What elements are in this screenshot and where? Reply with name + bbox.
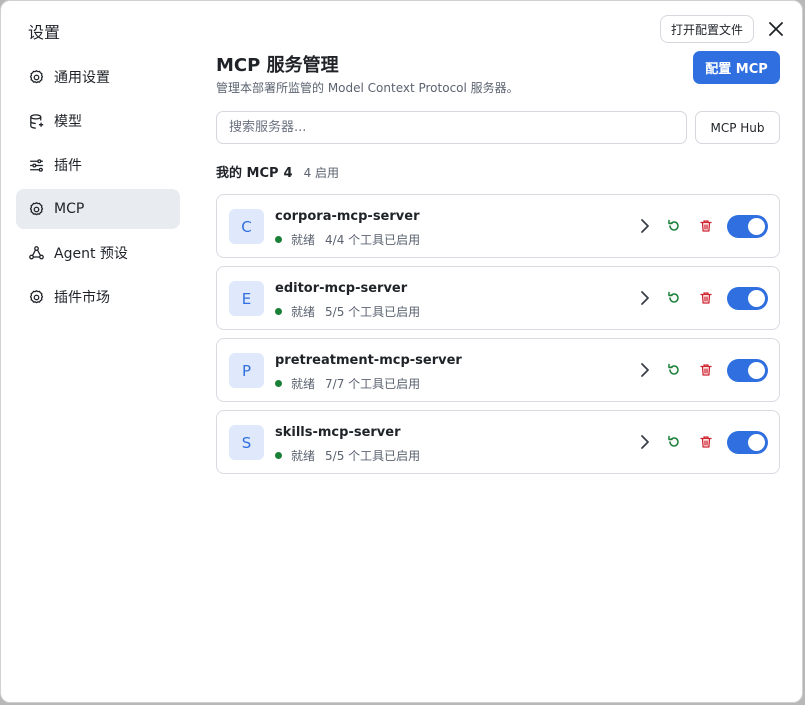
status-dot-icon: [275, 236, 282, 243]
sidebar-item-mcp[interactable]: MCP: [16, 189, 180, 229]
refresh-icon[interactable]: [667, 363, 681, 377]
chevron-right-icon[interactable]: [636, 433, 654, 451]
section-count: 4: [283, 166, 293, 181]
status-text: 就绪: [291, 233, 316, 247]
gear-icon: [27, 68, 45, 86]
server-status: 就绪 7/7 个工具已启用: [275, 375, 420, 392]
gear-icon: [27, 288, 45, 306]
open-config-file-button[interactable]: 打开配置文件: [660, 15, 754, 43]
toggle-knob: [748, 290, 765, 307]
enable-toggle[interactable]: [727, 359, 768, 382]
server-avatar: C: [229, 209, 264, 244]
sidebar-item-agent-presets[interactable]: Agent 预设: [16, 233, 180, 273]
server-name: editor-mcp-server: [275, 281, 408, 296]
agent-icon: [27, 244, 45, 262]
sidebar-item-label: Agent 预设: [54, 246, 128, 262]
status-dot-icon: [275, 308, 282, 315]
status-text: 就绪: [291, 377, 316, 391]
server-card-skills: S skills-mcp-server 就绪 5/5 个工具已启用: [216, 410, 780, 474]
server-status: 就绪 5/5 个工具已启用: [275, 447, 420, 464]
trash-icon[interactable]: [699, 219, 713, 233]
sidebar-item-label: 模型: [54, 114, 82, 130]
status-dot-icon: [275, 380, 282, 387]
chevron-right-icon[interactable]: [636, 217, 654, 235]
section-title: 我的 MCP: [216, 166, 279, 181]
sidebar-item-models[interactable]: 模型: [16, 101, 180, 141]
sidebar-item-plugin-market[interactable]: 插件市场: [16, 277, 180, 317]
server-status: 就绪 4/4 个工具已启用: [275, 231, 420, 248]
chevron-right-icon[interactable]: [636, 289, 654, 307]
close-icon[interactable]: [765, 18, 787, 40]
sidebar-item-general[interactable]: 通用设置: [16, 57, 180, 97]
configure-mcp-button[interactable]: 配置 MCP: [693, 51, 780, 84]
server-status: 就绪 5/5 个工具已启用: [275, 303, 420, 320]
refresh-icon[interactable]: [667, 219, 681, 233]
sidebar-item-label: MCP: [54, 201, 85, 217]
page-subtitle: 管理本部署所监管的 Model Context Protocol 服务器。: [216, 81, 519, 95]
page-title: MCP 服务管理: [216, 55, 339, 76]
enable-toggle[interactable]: [727, 431, 768, 454]
server-card-editor: E editor-mcp-server 就绪 5/5 个工具已启用: [216, 266, 780, 330]
enable-toggle[interactable]: [727, 287, 768, 310]
tools-count: 7/7 个工具已启用: [325, 377, 421, 391]
tools-count: 4/4 个工具已启用: [325, 233, 421, 247]
sidebar-item-label: 通用设置: [54, 70, 110, 86]
mcp-hub-button[interactable]: MCP Hub: [695, 111, 780, 144]
gear-icon: [27, 200, 45, 218]
server-card-corpora: C corpora-mcp-server 就绪 4/4 个工具已启用: [216, 194, 780, 258]
status-text: 就绪: [291, 305, 316, 319]
section-enabled-count: 4 启用: [303, 166, 340, 180]
trash-icon[interactable]: [699, 435, 713, 449]
sliders-icon: [27, 156, 45, 174]
server-name: skills-mcp-server: [275, 425, 401, 440]
sidebar-item-label: 插件: [54, 158, 82, 174]
tools-count: 5/5 个工具已启用: [325, 305, 421, 319]
server-avatar: S: [229, 425, 264, 460]
status-dot-icon: [275, 452, 282, 459]
database-icon: [27, 112, 45, 130]
sidebar-item-label: 插件市场: [54, 290, 110, 306]
server-avatar: E: [229, 281, 264, 316]
enable-toggle[interactable]: [727, 215, 768, 238]
status-text: 就绪: [291, 449, 316, 463]
sidebar-item-plugins[interactable]: 插件: [16, 145, 180, 185]
server-name: corpora-mcp-server: [275, 209, 420, 224]
chevron-right-icon[interactable]: [636, 361, 654, 379]
refresh-icon[interactable]: [667, 291, 681, 305]
server-list: C corpora-mcp-server 就绪 4/4 个工具已启用 E edi…: [216, 194, 780, 482]
toggle-knob: [748, 434, 765, 451]
server-card-pretreatment: P pretreatment-mcp-server 就绪 7/7 个工具已启用: [216, 338, 780, 402]
section-header: 我的 MCP 4 4 启用: [216, 162, 339, 181]
search-input[interactable]: [216, 111, 687, 144]
toggle-knob: [748, 218, 765, 235]
sidebar: 设置 通用设置 模型 插件 MCP Agent 预设 插件市场: [1, 1, 196, 702]
sidebar-nav: 通用设置 模型 插件 MCP Agent 预设 插件市场: [16, 57, 180, 321]
server-name: pretreatment-mcp-server: [275, 353, 462, 368]
sidebar-title: 设置: [28, 23, 61, 42]
settings-dialog: 设置 通用设置 模型 插件 MCP Agent 预设 插件市场 打开配置文件 M…: [0, 0, 803, 703]
server-avatar: P: [229, 353, 264, 388]
trash-icon[interactable]: [699, 363, 713, 377]
toggle-knob: [748, 362, 765, 379]
trash-icon[interactable]: [699, 291, 713, 305]
refresh-icon[interactable]: [667, 435, 681, 449]
tools-count: 5/5 个工具已启用: [325, 449, 421, 463]
